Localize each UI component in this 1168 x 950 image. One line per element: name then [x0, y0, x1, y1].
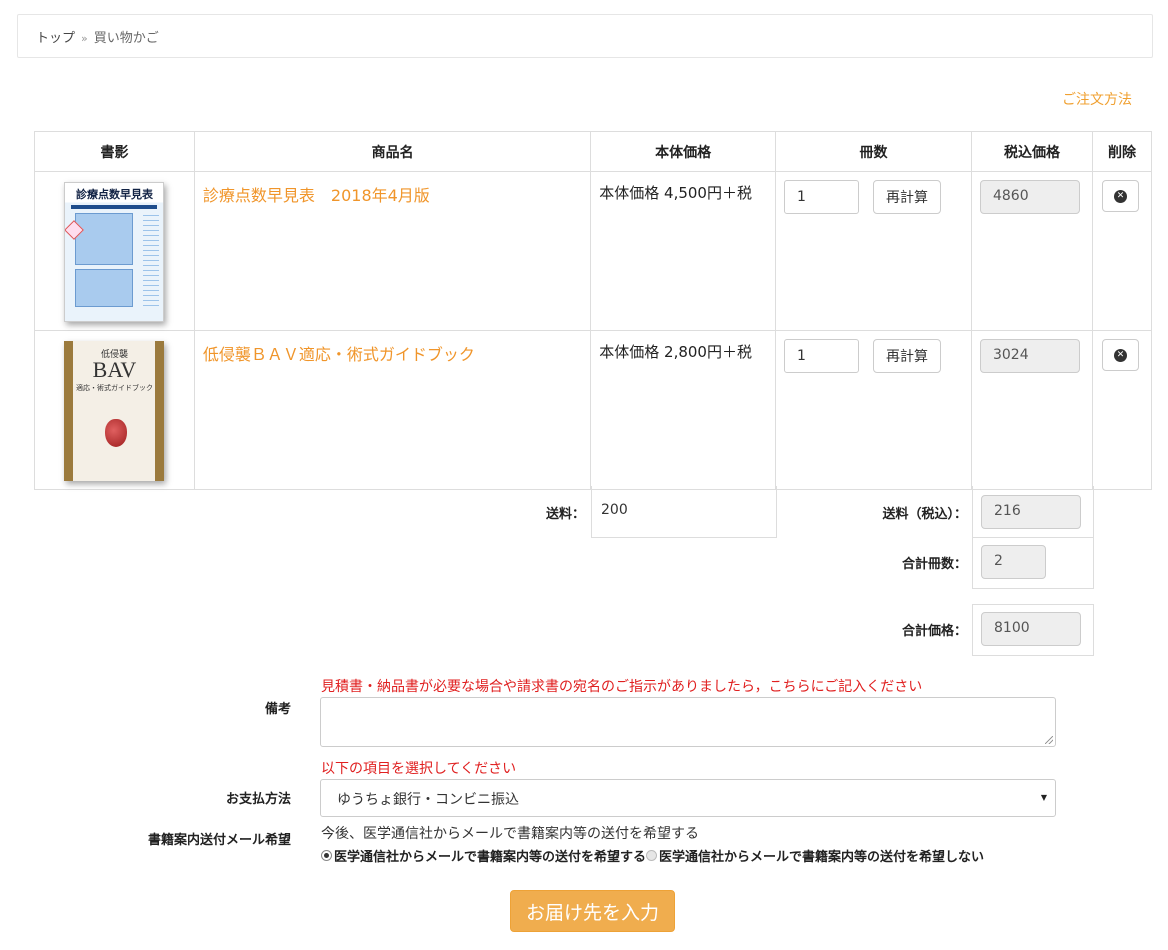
shipping-tax-label: 送料（税込）： — [882, 507, 967, 522]
close-circle-icon: ✕ — [1113, 189, 1127, 203]
book-cover-image[interactable]: 低侵襲 BAV 適応・術式ガイドブック — [64, 341, 165, 481]
heart-illustration — [105, 419, 128, 447]
header-price: 本体価格 — [590, 131, 777, 172]
tax-price-field: 3024 — [979, 339, 1080, 373]
breadcrumb: トップ » 買い物かご — [17, 14, 1153, 58]
product-price: 本体価格 2,800円＋税 — [599, 343, 752, 361]
mail-radio-group: 医学通信社からメールで書籍案内等の送付を希望する 医学通信社からメールで書籍案内等… — [321, 846, 984, 865]
quantity-input[interactable] — [784, 180, 860, 214]
recalculate-button[interactable]: 再計算 — [873, 180, 942, 214]
header-delete: 削除 — [1091, 131, 1153, 172]
breadcrumb-home-link[interactable]: トップ — [36, 31, 75, 46]
recalculate-button[interactable]: 再計算 — [873, 339, 942, 373]
mail-note: 今後、医学通信社からメールで書籍案内等の送付を希望する — [321, 826, 699, 842]
shipping-label: 送料： — [545, 507, 585, 522]
remarks-textarea[interactable] — [320, 697, 1056, 747]
book-cover-image[interactable]: 診療点数早見表 — [64, 182, 165, 322]
product-name-link[interactable]: 低侵襲ＢＡＶ適応・術式ガイドブック — [203, 341, 475, 365]
payment-note: 以下の項目を選択してください — [321, 761, 517, 777]
remarks-note: 見積書・納品書が必要な場合や請求書の宛名のご指示がありましたら，こちらにご記入く… — [321, 679, 923, 695]
payment-label: お支払方法 — [225, 792, 291, 807]
delete-button[interactable]: ✕ — [1101, 180, 1139, 212]
breadcrumb-separator: » — [81, 32, 88, 45]
header-image: 書影 — [34, 131, 195, 172]
total-qty-label: 合計冊数： — [901, 557, 967, 572]
payment-method-select[interactable]: ゆうちょ銀行・コンビニ振込 ▼ — [320, 779, 1056, 817]
enter-shipping-address-button[interactable]: お届け先を入力 — [510, 890, 675, 932]
remarks-label: 備考 — [264, 702, 291, 717]
table-row: 診療点数早見表 診療点数早見表 2018年4月版 本体価格 4,500円＋税 再… — [34, 171, 1153, 331]
breadcrumb-current: 買い物かご — [93, 31, 159, 46]
mail-no-label[interactable]: 医学通信社からメールで書籍案内等の送付を希望しない — [659, 846, 984, 865]
shipping-tax-field: 216 — [981, 495, 1081, 529]
mail-label: 書籍案内送付メール希望 — [147, 833, 291, 848]
total-price-field: 8100 — [981, 612, 1081, 646]
product-name-link[interactable]: 診療点数早見表 2018年4月版 — [203, 182, 430, 206]
total-price-label: 合計価格： — [901, 624, 967, 639]
total-qty-field: 2 — [981, 545, 1046, 579]
cart-table: 書影 商品名 本体価格 冊数 税込価格 削除 診療点数早見表 診療点数早見表 2… — [34, 131, 1153, 490]
table-row: 低侵襲 BAV 適応・術式ガイドブック 低侵襲ＢＡＶ適応・術式ガイドブック 本体… — [34, 330, 1153, 490]
caret-down-icon: ▼ — [1040, 793, 1047, 802]
shipping-value: 200 — [601, 502, 628, 518]
header-name: 商品名 — [193, 131, 592, 172]
header-quantity: 冊数 — [775, 131, 972, 172]
payment-selected-value: ゆうちょ銀行・コンビニ振込 — [337, 792, 519, 808]
product-price: 本体価格 4,500円＋税 — [599, 184, 752, 202]
quantity-input[interactable] — [784, 339, 860, 373]
cover-title: BAV — [92, 357, 137, 382]
header-tax-price: 税込価格 — [970, 131, 1093, 172]
close-circle-icon: ✕ — [1113, 348, 1127, 362]
mail-yes-label[interactable]: 医学通信社からメールで書籍案内等の送付を希望する — [334, 846, 646, 865]
delete-button[interactable]: ✕ — [1101, 339, 1139, 371]
tax-price-field: 4860 — [979, 180, 1080, 214]
mail-yes-radio[interactable] — [321, 850, 332, 861]
mail-no-radio[interactable] — [646, 850, 658, 861]
cover-subtitle: 適応・術式ガイドブック — [75, 384, 153, 392]
cover-title: 診療点数早見表 — [75, 188, 153, 201]
resize-grip-icon[interactable] — [1045, 736, 1053, 744]
order-method-link[interactable]: ご注文方法 — [1062, 89, 1132, 109]
